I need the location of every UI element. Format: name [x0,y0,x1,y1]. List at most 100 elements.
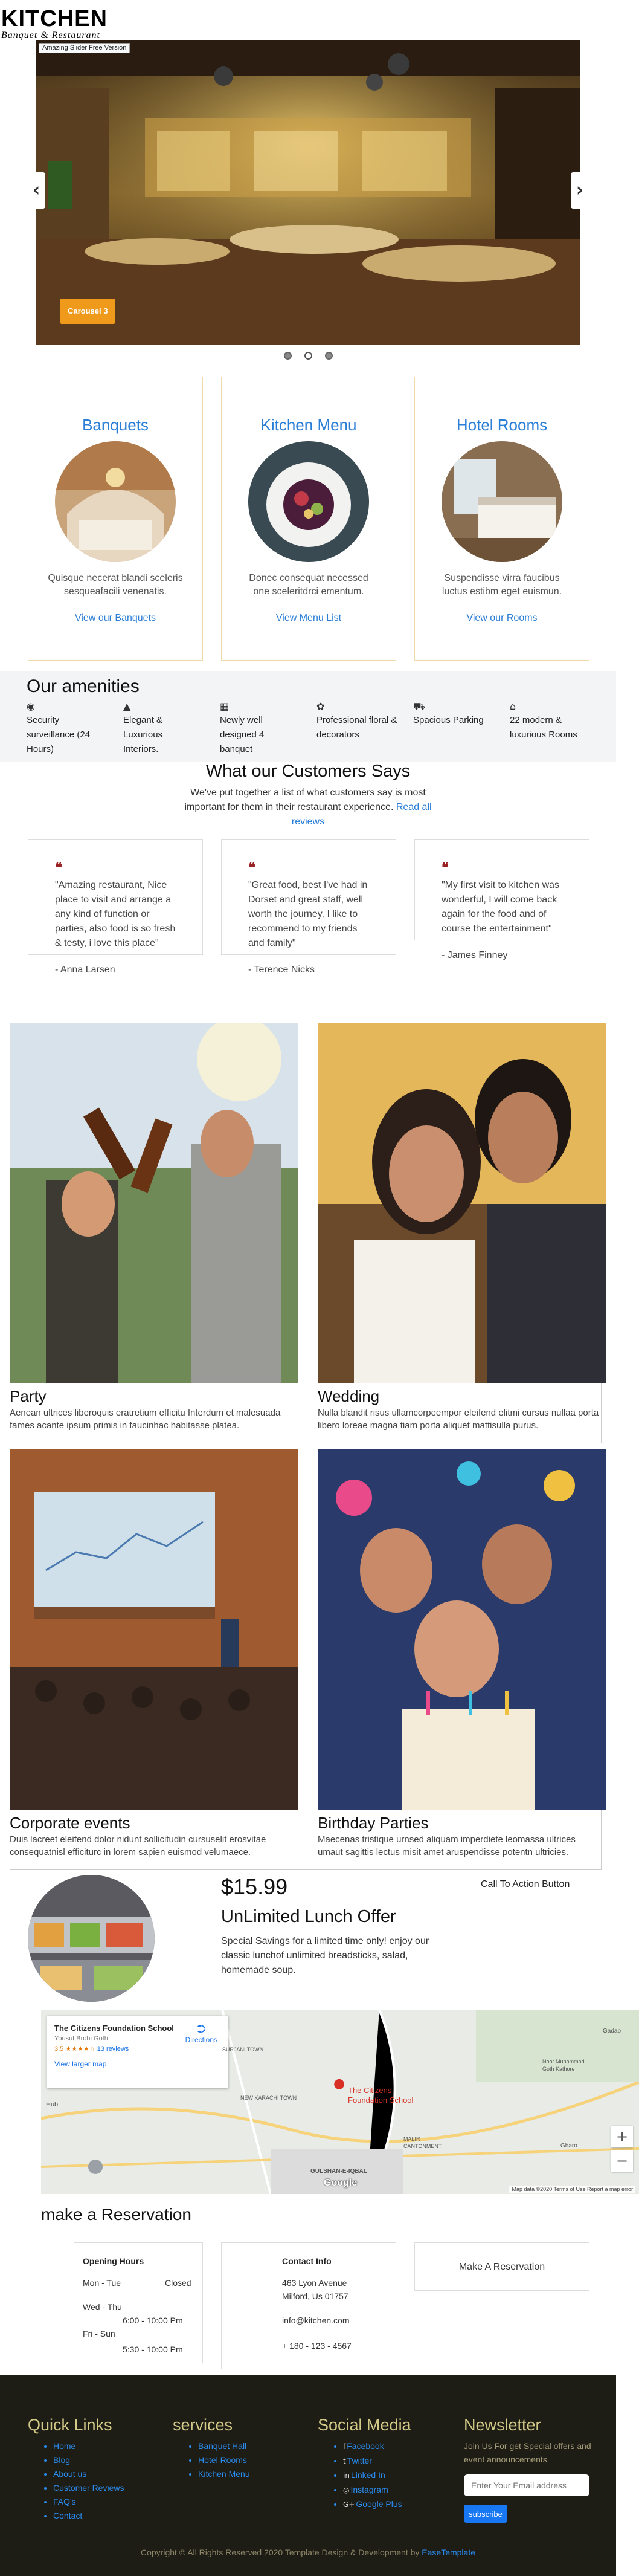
footer-link-reviews[interactable]: Customer Reviews [53,2481,124,2495]
twitter-icon: t [343,2457,346,2465]
map-label: SURJANI TOWN [222,2047,264,2053]
image-slider[interactable]: Amazing Slider Free Version Carousel 3 [36,40,580,345]
view-banquets-link[interactable]: View our Banquets [28,612,202,625]
slider-dot-active[interactable] [304,352,312,360]
contact-info-card: Contact Info 463 Lyon Avenue Milford, Us… [221,2242,396,2369]
quote-icon: ❝ [55,860,62,876]
zoom-in-button[interactable]: + [611,2126,633,2147]
hours-time: 6:00 - 10:00 Pm [123,2315,183,2325]
footer-link-facebook[interactable]: fFacebook [343,2439,402,2454]
social-list: fFacebook tTwitter inLinked In ◎Instagra… [332,2439,402,2512]
testimonial-card: ❝ "Amazing restaurant, Nice place to vis… [28,839,203,975]
testimonial-quote: "My first visit to kitchen was wonderful… [442,880,560,934]
map-pin-icon[interactable]: ● [333,2077,345,2091]
directions-button[interactable]: ⮊ Directions [185,2024,217,2045]
contact-phone[interactable]: + 180 - 123 - 4567 [282,2340,352,2352]
building-icon: ▦ [220,701,230,712]
map-label: NEW KARACHI TOWN [240,2095,297,2101]
map-label: Gharo [560,2143,577,2149]
amenities-section: Our amenities ◉ Security surveillance (24… [0,671,616,762]
footer-link-about[interactable]: About us [53,2467,124,2481]
footer-link-kitchen-menu[interactable]: Kitchen Menu [198,2467,250,2481]
footer-link-home[interactable]: Home [53,2439,124,2453]
view-rooms-link[interactable]: View our Rooms [415,612,589,625]
map-rating: 3.5 ★★★★☆ 13 reviews [54,2045,129,2053]
footer-link-google-plus[interactable]: G+Google Plus [343,2497,402,2512]
bed-icon: ⌂ [510,701,516,712]
event-row-divider [10,1810,602,1870]
slide-caption: Carousel 3 [60,299,115,324]
newsletter-email-input[interactable] [464,2474,589,2496]
contact-email[interactable]: info@kitchen.com [282,2314,349,2326]
birthday-party-image [318,1449,606,1810]
hours-day: Wed - Thu [83,2302,122,2312]
amenities-title: Our amenities [27,676,140,696]
chevron-right-icon[interactable]: › [571,172,589,209]
instagram-icon: ◎ [343,2486,350,2494]
footer-link-instagram[interactable]: ◎Instagram [343,2483,402,2497]
footer-link-blog[interactable]: Blog [53,2453,124,2467]
testimonial-author: - Terence Nicks [248,965,315,975]
truck-icon: ⛟ [413,701,426,712]
service-card-banquets: Banquets Quisque necerat blandi sceleris… [28,377,203,661]
map-reviews-link[interactable]: 13 reviews [97,2045,129,2053]
card-text: Donec consequat necessed one sceleritdrc… [249,573,368,597]
subscribe-button[interactable]: subscribe [464,2505,507,2523]
map-label: MALIR CANTONMENT [403,2136,442,2149]
star-rating-icon: ★★★★☆ [65,2045,95,2053]
site-footer: Quick Links Home Blog About us Customer … [0,2375,616,2576]
service-card-hotel-rooms: Hotel Rooms Suspendisse virra faucibus l… [414,377,589,661]
hours-time: 5:30 - 10:00 Pm [123,2345,183,2354]
footer-link-twitter[interactable]: tTwitter [343,2454,402,2468]
party-image [10,1017,298,1383]
testimonial-author: - James Finney [442,950,508,960]
restaurant-interior-image [36,40,580,345]
footer-link-hotel-rooms[interactable]: Hotel Rooms [198,2453,250,2467]
testimonial-card: ❝ "Great food, best I've had in Dorset a… [221,839,396,975]
banquet-hall-image [55,441,176,562]
camera-icon: ◉ [27,701,35,712]
card-title: Kitchen Menu [260,416,357,434]
google-map[interactable]: The Citizens Foundation School Yousuf Br… [41,2010,639,2194]
footer-link-contact[interactable]: Contact [53,2509,124,2523]
footer-link-faq[interactable]: FAQ's [53,2495,124,2509]
slider-badge: Amazing Slider Free Version [39,43,130,53]
quick-links-list: Home Blog About us Customer Reviews FAQ'… [42,2439,124,2523]
testimonials-title: What our Customers Says [205,762,411,781]
card-title: Banquets [82,416,149,434]
testimonials-subtitle: We've put together a list of what custom… [184,788,432,827]
contact-address: 463 Lyon Avenue [282,2278,347,2288]
event-card-party: Party Aenean ultrices liberoquis eratret… [10,1017,298,1432]
flower-icon: ✿ [316,701,325,712]
brand-title: KITCHEN [1,6,108,31]
slider-dot[interactable] [284,352,292,360]
facebook-icon: f [343,2442,346,2451]
hours-time: Closed [165,2278,191,2288]
map-label: Gadap [603,2028,621,2034]
amenity-item: ⛟ Spacious Parking [413,700,498,728]
map-label: Noor Muhammad Goth Kathore [542,2059,585,2072]
slider-dot[interactable] [325,352,333,360]
linkedin-icon: in [343,2471,350,2480]
card-text: Quisque necerat blandi sceleris sesqueaf… [48,573,183,597]
map-attribution[interactable]: Map data ©2020 Terms of Use Report a map… [509,2186,635,2193]
offer-text: Special Savings for a limited time only!… [221,1936,429,1975]
call-to-action-button[interactable]: Call To Action Button [481,1878,570,1891]
view-menu-link[interactable]: View Menu List [222,612,396,625]
view-larger-map-link[interactable]: View larger map [54,2058,221,2070]
amenity-item: ◉ Security surveillance (24 Hours) [27,700,99,757]
zoom-out-button[interactable]: − [611,2150,633,2172]
map-place-card: The Citizens Foundation School Yousuf Br… [47,2016,228,2088]
make-reservation-button[interactable]: Make A Reservation [414,2242,589,2291]
brand-logo[interactable]: KITCHEN Banquet & Restaurant [1,7,122,44]
event-card-corporate: Corporate events Duis lacreet eleifend d… [10,1449,298,1859]
footer-link-linkedin[interactable]: inLinked In [343,2468,402,2483]
directions-icon: ⮊ [197,2023,206,2036]
chevron-left-icon[interactable]: ‹ [27,172,45,209]
amenity-item: ✿ Professional floral & decorators [316,700,401,742]
testimonial-quote: "Great food, best I've had in Dorset and… [248,880,368,948]
template-credit-link[interactable]: EaseTemplate [422,2548,475,2557]
hours-day: Fri - Sun [83,2329,115,2338]
services-list: Banquet Hall Hotel Rooms Kitchen Menu [187,2439,250,2481]
footer-link-banquet-hall[interactable]: Banquet Hall [198,2439,250,2453]
